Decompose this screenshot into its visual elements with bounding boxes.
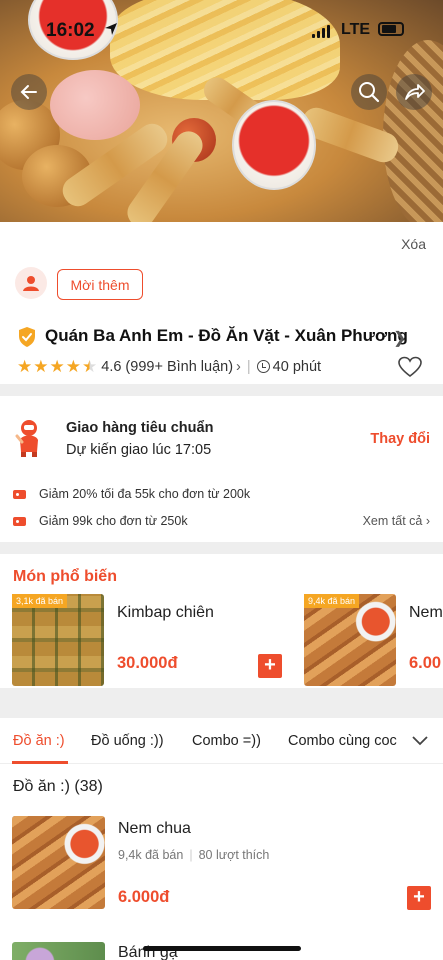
voucher-tag-icon [13,516,26,526]
search-button[interactable] [351,74,387,110]
sold-count: 9,4k đã bán [118,848,184,862]
network-label: LTE [341,21,371,38]
delivery-eta: Dự kiến giao lúc 17:05 [66,442,212,458]
see-all-vouchers-link[interactable]: Xem tất cả › [363,514,430,528]
add-to-cart-button[interactable]: + [407,886,431,910]
chevron-right-icon: › [236,358,241,375]
see-all-label: Xem tất cả [362,514,423,528]
delivery-type: Giao hàng tiêu chuẩn [66,420,214,436]
chevron-right-icon: › [425,514,430,528]
star-icon: ★ [33,357,49,376]
voucher-text: Giảm 99k cho đơn từ 250k [39,514,188,528]
category-title: Đồ ăn :) (38) [13,778,103,795]
menu-section: Đồ ăn :) (38) Nem chua 9,4k đã bán | 80 lư… [0,764,443,960]
clock-icon [256,360,270,373]
rating-stars: ★ ★ ★ ★ ★ [17,358,97,375]
chevron-down-icon [412,735,428,745]
popular-heading: Món phổ biến [13,568,117,585]
location-arrow-icon [105,23,117,35]
rating-value: 4.6 [101,358,122,375]
share-button[interactable] [396,74,432,110]
dish-price: 6.00 [409,654,442,672]
add-to-cart-button[interactable]: + [258,654,282,678]
popular-dishes-section: Món phổ biến 3,1k đã bán Kimbap chiên 30… [0,554,443,688]
dish-name: Kimbap chiên [117,604,214,621]
delivery-rider-icon [15,420,38,457]
shop-page: 16:02 LTE Xóa Mời thêm Quán Ba Anh Em - … [0,0,443,960]
star-icon: ★ [49,357,65,376]
menu-item[interactable]: Nem chua 9,4k đã bán | 80 lượt thích 6.000… [0,816,443,912]
cell-signal-icon [312,24,330,38]
dish-image [12,816,105,909]
status-bar: 16:02 LTE [0,18,443,44]
voucher-item: Giảm 20% tối đa 55k cho đơn từ 200k [13,487,250,501]
dish-price: 30.000đ [117,654,178,672]
tab-do-uong[interactable]: Đồ uống :)) [91,733,164,749]
person-icon [23,276,39,291]
status-time: 16:02 [46,20,95,41]
home-indicator[interactable] [143,946,301,951]
star-icon: ★ [65,357,81,376]
like-count: 80 lượt thích [198,848,270,862]
dish-stats: 9,4k đã bán | 80 lượt thích [118,848,270,862]
invite-more-button[interactable]: Mời thêm [57,269,143,300]
tab-combo-cung-coc[interactable]: Combo cùng coc [288,733,397,749]
half-star-icon: ★ [82,357,98,376]
popular-item-card[interactable]: 9,4k đã bán Nem 6.00 [304,594,443,686]
popular-item-card[interactable]: 3,1k đã bán Kimbap chiên 30.000đ + [12,594,295,686]
dish-price: 6.000đ [118,888,170,906]
dish-name: Nem chua [118,820,191,837]
tab-combo[interactable]: Combo =)) [192,733,261,749]
category-tabs: Đồ ăn :) Đồ uống :)) Combo =)) Combo cùn… [0,718,443,764]
tab-do-an[interactable]: Đồ ăn :) [13,733,65,749]
shop-name[interactable]: Quán Ba Anh Em - Đồ Ăn Vặt - Xuân Phương [45,326,408,346]
sold-badge: 3,1k đã bán [12,594,68,608]
search-icon [359,82,380,103]
heart-icon[interactable] [398,356,422,378]
expand-tabs-button[interactable] [397,718,443,763]
verified-shield-icon [19,327,35,347]
shop-cover-image: 16:02 LTE [0,0,443,222]
star-icon: ★ [17,357,33,376]
back-button[interactable] [11,74,47,110]
voucher-item: Giảm 99k cho đơn từ 250k [13,514,188,528]
delivery-section: Giao hàng tiêu chuẩn Dự kiến giao lúc 17… [0,396,443,542]
back-arrow-icon [20,85,37,99]
voucher-text: Giảm 20% tối đa 55k cho đơn từ 200k [39,487,251,501]
chevron-right-icon: ❯ [393,330,407,347]
shop-rating-row[interactable]: ★ ★ ★ ★ ★ 4.6 (999+ Bình luận) › | 40 ph… [17,358,321,375]
delete-button[interactable]: Xóa [401,236,426,252]
share-icon [405,84,425,100]
user-avatar [15,267,47,299]
dish-name: Nem [409,604,443,621]
group-order-row: Xóa Mời thêm [0,222,443,318]
change-delivery-button[interactable]: Thay đổi [370,431,430,447]
shop-info[interactable]: Quán Ba Anh Em - Đồ Ăn Vặt - Xuân Phương… [0,318,443,384]
battery-icon [378,22,404,36]
sold-badge: 9,4k đã bán [304,594,360,608]
voucher-tag-icon [13,489,26,499]
dish-image [12,942,105,960]
review-count: (999+ Bình luận) [125,358,234,375]
delivery-duration: 40 phút [272,358,322,375]
